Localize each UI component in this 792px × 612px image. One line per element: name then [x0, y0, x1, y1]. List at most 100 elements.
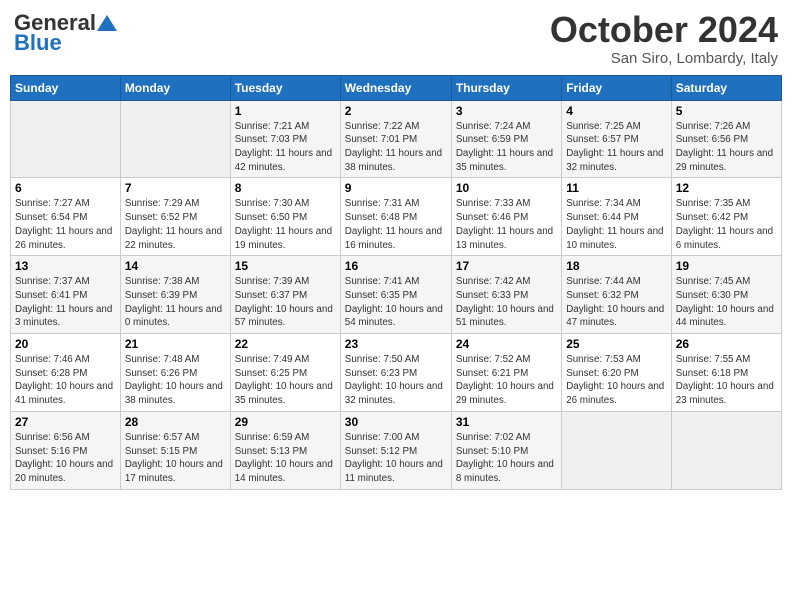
calendar-table: SundayMondayTuesdayWednesdayThursdayFrid… — [10, 75, 782, 490]
day-info: Sunrise: 7:45 AM Sunset: 6:30 PM Dayligh… — [676, 275, 777, 330]
day-number: 7 — [125, 181, 226, 195]
day-number: 25 — [566, 337, 667, 351]
calendar-cell: 4 Sunrise: 7:25 AM Sunset: 6:57 PM Daylig… — [562, 100, 672, 178]
logo-blue-text: Blue — [14, 30, 62, 56]
month-title: October 2024 — [550, 10, 778, 50]
day-info: Sunrise: 6:59 AM Sunset: 5:13 PM Dayligh… — [235, 431, 336, 486]
calendar-cell: 18 Sunrise: 7:44 AM Sunset: 6:32 PM Dayli… — [562, 256, 672, 334]
day-number: 15 — [235, 259, 336, 273]
day-info: Sunrise: 7:35 AM Sunset: 6:42 PM Dayligh… — [676, 197, 777, 252]
day-number: 6 — [15, 181, 116, 195]
calendar-cell: 28 Sunrise: 6:57 AM Sunset: 5:15 PM Dayli… — [120, 411, 230, 489]
day-info: Sunrise: 7:26 AM Sunset: 6:56 PM Dayligh… — [676, 120, 777, 175]
header-row: SundayMondayTuesdayWednesdayThursdayFrid… — [11, 75, 782, 100]
day-number: 10 — [456, 181, 557, 195]
calendar-cell: 11 Sunrise: 7:34 AM Sunset: 6:44 PM Dayli… — [562, 178, 672, 256]
week-row-4: 20 Sunrise: 7:46 AM Sunset: 6:28 PM Dayli… — [11, 334, 782, 412]
calendar-cell: 26Sunrise: 7:55 AM Sunset: 6:18 PM Dayli… — [671, 334, 781, 412]
calendar-cell: 25 Sunrise: 7:53 AM Sunset: 6:20 PM Dayli… — [562, 334, 672, 412]
header-cell-monday: Monday — [120, 75, 230, 100]
day-number: 28 — [125, 415, 226, 429]
day-number: 12 — [676, 181, 777, 195]
day-info: Sunrise: 7:42 AM Sunset: 6:33 PM Dayligh… — [456, 275, 557, 330]
day-info: Sunrise: 6:57 AM Sunset: 5:15 PM Dayligh… — [125, 431, 226, 486]
calendar-cell: 27 Sunrise: 6:56 AM Sunset: 5:16 PM Dayli… — [11, 411, 121, 489]
day-info: Sunrise: 7:50 AM Sunset: 6:23 PM Dayligh… — [345, 353, 447, 408]
calendar-cell — [120, 100, 230, 178]
calendar-cell: 30Sunrise: 7:00 AM Sunset: 5:12 PM Dayli… — [340, 411, 451, 489]
week-row-5: 27 Sunrise: 6:56 AM Sunset: 5:16 PM Dayli… — [11, 411, 782, 489]
day-number: 26 — [676, 337, 777, 351]
calendar-cell: 3Sunrise: 7:24 AM Sunset: 6:59 PM Daylig… — [451, 100, 561, 178]
week-row-2: 6 Sunrise: 7:27 AM Sunset: 6:54 PM Daylig… — [11, 178, 782, 256]
day-number: 23 — [345, 337, 447, 351]
calendar-cell: 22Sunrise: 7:49 AM Sunset: 6:25 PM Dayli… — [230, 334, 340, 412]
header-cell-wednesday: Wednesday — [340, 75, 451, 100]
day-number: 2 — [345, 104, 447, 118]
calendar-cell: 13 Sunrise: 7:37 AM Sunset: 6:41 PM Dayli… — [11, 256, 121, 334]
calendar-cell: 8 Sunrise: 7:30 AM Sunset: 6:50 PM Daylig… — [230, 178, 340, 256]
calendar-cell: 24 Sunrise: 7:52 AM Sunset: 6:21 PM Dayli… — [451, 334, 561, 412]
calendar-cell: 29 Sunrise: 6:59 AM Sunset: 5:13 PM Dayli… — [230, 411, 340, 489]
day-info: Sunrise: 7:02 AM Sunset: 5:10 PM Dayligh… — [456, 431, 557, 486]
day-number: 16 — [345, 259, 447, 273]
day-info: Sunrise: 7:30 AM Sunset: 6:50 PM Dayligh… — [235, 197, 336, 252]
header-cell-thursday: Thursday — [451, 75, 561, 100]
day-info: Sunrise: 6:56 AM Sunset: 5:16 PM Dayligh… — [15, 431, 116, 486]
calendar-cell: 1Sunrise: 7:21 AM Sunset: 7:03 PM Daylig… — [230, 100, 340, 178]
day-number: 19 — [676, 259, 777, 273]
header-cell-friday: Friday — [562, 75, 672, 100]
calendar-cell: 10Sunrise: 7:33 AM Sunset: 6:46 PM Dayli… — [451, 178, 561, 256]
day-info: Sunrise: 7:53 AM Sunset: 6:20 PM Dayligh… — [566, 353, 667, 408]
day-number: 18 — [566, 259, 667, 273]
day-info: Sunrise: 7:41 AM Sunset: 6:35 PM Dayligh… — [345, 275, 447, 330]
calendar-cell — [11, 100, 121, 178]
day-number: 24 — [456, 337, 557, 351]
day-info: Sunrise: 7:38 AM Sunset: 6:39 PM Dayligh… — [125, 275, 226, 330]
title-block: October 2024 San Siro, Lombardy, Italy — [550, 10, 778, 67]
day-number: 31 — [456, 415, 557, 429]
day-info: Sunrise: 7:27 AM Sunset: 6:54 PM Dayligh… — [15, 197, 116, 252]
day-info: Sunrise: 7:52 AM Sunset: 6:21 PM Dayligh… — [456, 353, 557, 408]
day-info: Sunrise: 7:46 AM Sunset: 6:28 PM Dayligh… — [15, 353, 116, 408]
day-number: 27 — [15, 415, 116, 429]
calendar-cell: 12 Sunrise: 7:35 AM Sunset: 6:42 PM Dayli… — [671, 178, 781, 256]
week-row-3: 13 Sunrise: 7:37 AM Sunset: 6:41 PM Dayli… — [11, 256, 782, 334]
day-number: 29 — [235, 415, 336, 429]
calendar-cell — [562, 411, 672, 489]
header-cell-sunday: Sunday — [11, 75, 121, 100]
calendar-cell: 16 Sunrise: 7:41 AM Sunset: 6:35 PM Dayli… — [340, 256, 451, 334]
header-cell-tuesday: Tuesday — [230, 75, 340, 100]
day-number: 20 — [15, 337, 116, 351]
day-number: 9 — [345, 181, 447, 195]
day-number: 22 — [235, 337, 336, 351]
calendar-cell: 21Sunrise: 7:48 AM Sunset: 6:26 PM Dayli… — [120, 334, 230, 412]
logo: General Blue — [14, 10, 118, 56]
day-info: Sunrise: 7:00 AM Sunset: 5:12 PM Dayligh… — [345, 431, 447, 486]
day-number: 11 — [566, 181, 667, 195]
day-info: Sunrise: 7:21 AM Sunset: 7:03 PM Dayligh… — [235, 120, 336, 175]
day-info: Sunrise: 7:37 AM Sunset: 6:41 PM Dayligh… — [15, 275, 116, 330]
calendar-cell: 15 Sunrise: 7:39 AM Sunset: 6:37 PM Dayli… — [230, 256, 340, 334]
day-info: Sunrise: 7:22 AM Sunset: 7:01 PM Dayligh… — [345, 120, 447, 175]
day-info: Sunrise: 7:25 AM Sunset: 6:57 PM Dayligh… — [566, 120, 667, 175]
day-number: 4 — [566, 104, 667, 118]
calendar-cell: 6 Sunrise: 7:27 AM Sunset: 6:54 PM Daylig… — [11, 178, 121, 256]
week-row-1: 1Sunrise: 7:21 AM Sunset: 7:03 PM Daylig… — [11, 100, 782, 178]
day-info: Sunrise: 7:31 AM Sunset: 6:48 PM Dayligh… — [345, 197, 447, 252]
day-number: 8 — [235, 181, 336, 195]
header-cell-saturday: Saturday — [671, 75, 781, 100]
day-info: Sunrise: 7:29 AM Sunset: 6:52 PM Dayligh… — [125, 197, 226, 252]
calendar-cell: 17 Sunrise: 7:42 AM Sunset: 6:33 PM Dayli… — [451, 256, 561, 334]
day-info: Sunrise: 7:44 AM Sunset: 6:32 PM Dayligh… — [566, 275, 667, 330]
location-title: San Siro, Lombardy, Italy — [550, 50, 778, 67]
day-number: 13 — [15, 259, 116, 273]
calendar-cell: 23 Sunrise: 7:50 AM Sunset: 6:23 PM Dayli… — [340, 334, 451, 412]
day-info: Sunrise: 7:48 AM Sunset: 6:26 PM Dayligh… — [125, 353, 226, 408]
day-info: Sunrise: 7:39 AM Sunset: 6:37 PM Dayligh… — [235, 275, 336, 330]
day-info: Sunrise: 7:34 AM Sunset: 6:44 PM Dayligh… — [566, 197, 667, 252]
day-number: 5 — [676, 104, 777, 118]
calendar-cell: 7 Sunrise: 7:29 AM Sunset: 6:52 PM Daylig… — [120, 178, 230, 256]
calendar-cell: 5 Sunrise: 7:26 AM Sunset: 6:56 PM Daylig… — [671, 100, 781, 178]
day-number: 17 — [456, 259, 557, 273]
